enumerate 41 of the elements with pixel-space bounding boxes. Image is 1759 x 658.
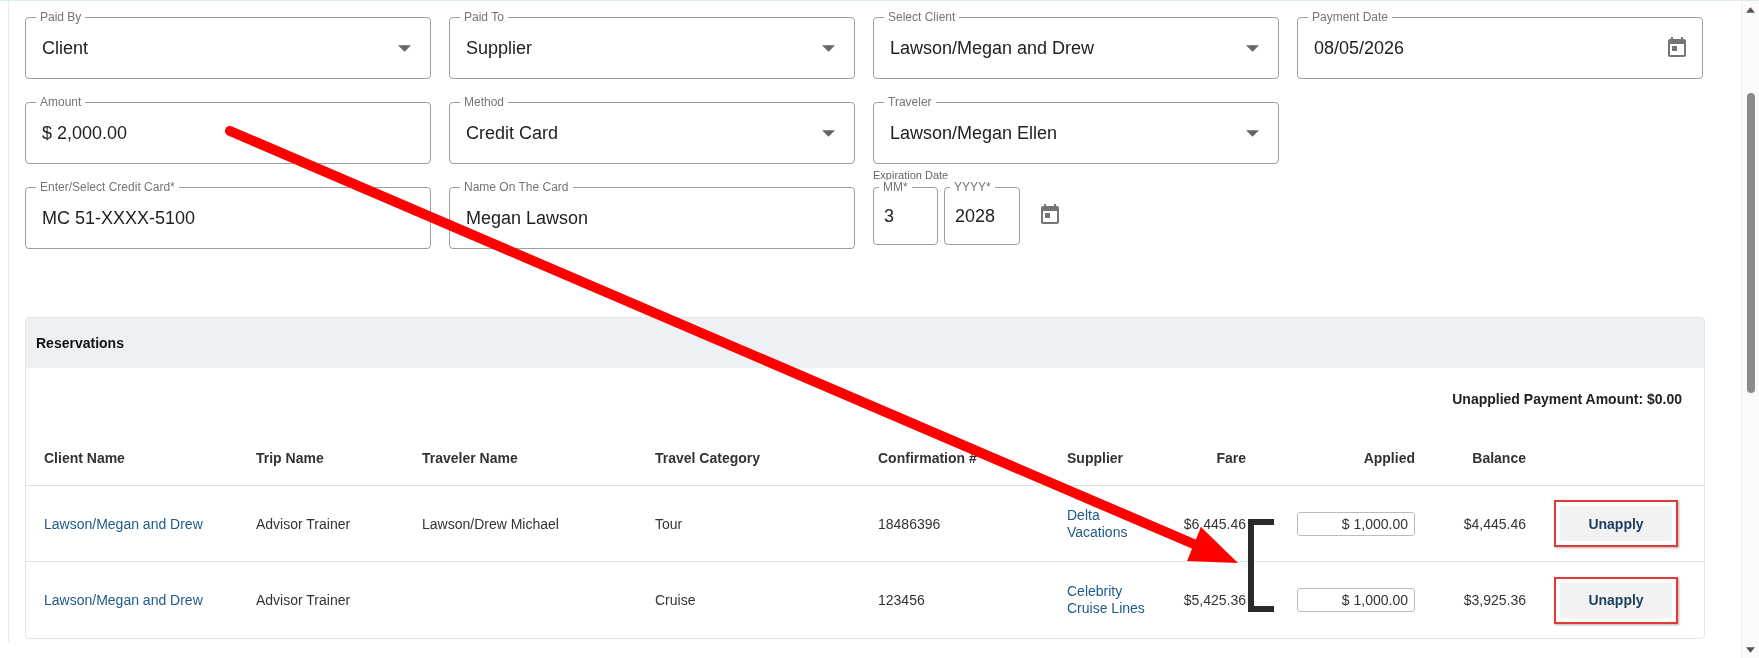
column-header: Client Name [44, 450, 126, 466]
supplier-link[interactable]: Delta Vacations [1067, 506, 1128, 541]
client-link[interactable]: Lawson/Megan and Drew [44, 515, 203, 532]
supplier-link[interactable]: Celebrity Cruise Lines [1067, 583, 1145, 617]
field-label: Expiration Date [873, 169, 949, 181]
dropdown-caret-icon [822, 45, 835, 52]
applied-input[interactable]: $ 1,000.00 [1297, 588, 1415, 612]
column-header: Fare [1216, 450, 1246, 466]
table-cell: $5,425.36 [1183, 592, 1246, 608]
table-cell: Advisor Trainer [256, 592, 351, 608]
table-cell: Lawson/Drew Michael [422, 515, 559, 532]
calendar-icon[interactable] [1665, 35, 1689, 59]
table-cell: Tour [655, 515, 683, 532]
column-header: Applied [1363, 450, 1415, 466]
unapplied-amount: Unapplied Payment Amount: $0.00 [1452, 390, 1682, 408]
applied-input[interactable]: $ 1,000.00 [1297, 511, 1415, 536]
dropdown-caret-icon [822, 130, 835, 137]
table-cell: $3,925.36 [1463, 592, 1526, 608]
table-cell: Advisor Trainer [256, 515, 351, 532]
client-link[interactable]: Lawson/Megan and Drew [44, 592, 203, 608]
column-header: Supplier [1067, 450, 1124, 466]
calendar-icon[interactable] [1038, 202, 1062, 226]
scrollbar[interactable] [1741, 1, 1759, 658]
unapply-button[interactable]: Unapply [1560, 506, 1672, 541]
column-header: Travel Category [655, 450, 762, 466]
dropdown-caret-icon [398, 45, 411, 52]
table-cell: $4,445.46 [1463, 515, 1526, 532]
column-header: Balance [1472, 450, 1526, 466]
table-cell: $6,445.46 [1183, 515, 1246, 532]
column-header: Trip Name [256, 450, 325, 466]
dropdown-caret-icon [1246, 130, 1259, 137]
table-cell: 123456 [878, 592, 925, 608]
panel-title: Reservations [36, 335, 124, 351]
table-cell: 18486396 [878, 515, 941, 532]
unapply-button[interactable]: Unapply [1560, 582, 1672, 618]
dropdown-caret-icon [1246, 45, 1259, 52]
scroll-down-icon[interactable] [1746, 647, 1755, 653]
scrollbar-thumb[interactable] [1746, 93, 1755, 393]
column-header: Traveler Name [422, 450, 519, 466]
scroll-up-icon[interactable] [1746, 7, 1755, 13]
table-cell: Cruise [655, 592, 696, 608]
